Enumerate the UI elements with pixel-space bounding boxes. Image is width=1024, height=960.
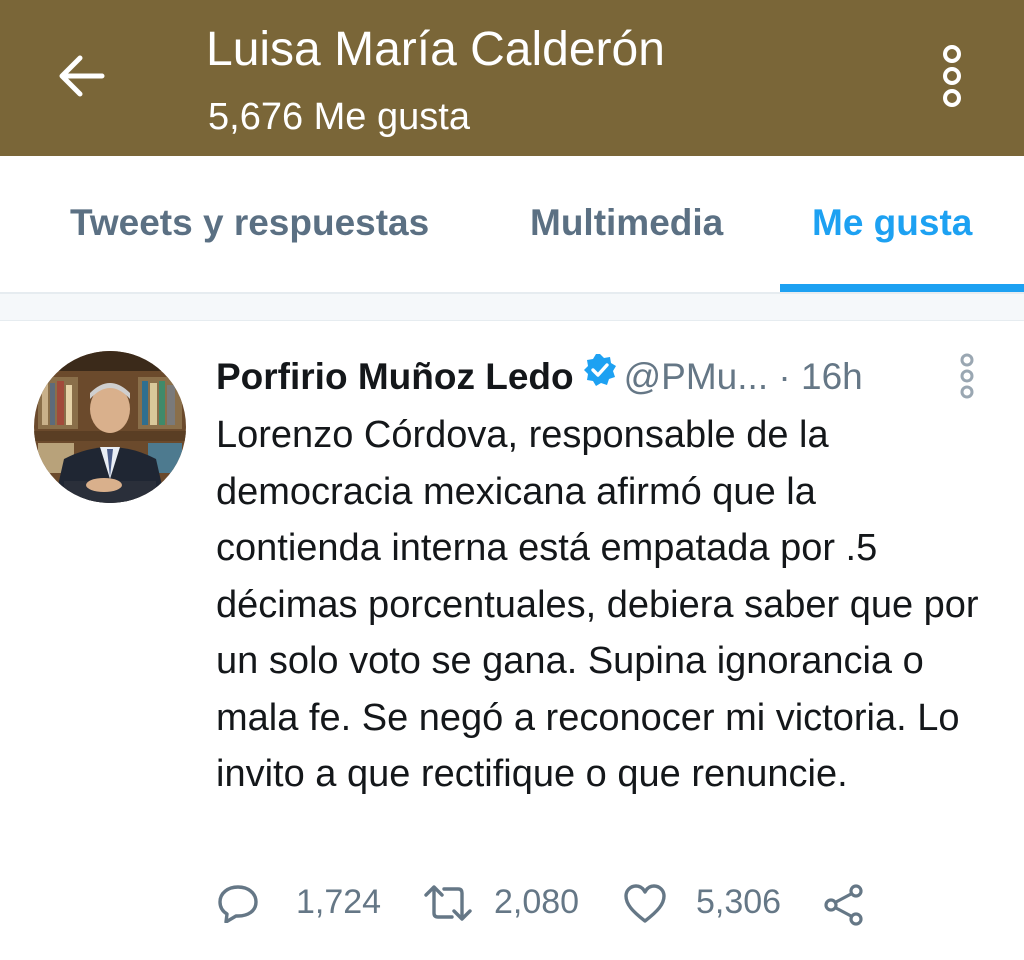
tab-tweets-replies[interactable]: Tweets y respuestas — [70, 198, 429, 248]
tab-likes[interactable]: Me gusta — [812, 198, 972, 248]
divider — [0, 294, 1024, 321]
reply-icon[interactable] — [216, 883, 260, 928]
retweet-icon[interactable] — [422, 883, 474, 928]
tweet-time[interactable]: 16h — [801, 356, 863, 397]
verified-badge-icon — [582, 351, 618, 401]
author-name[interactable]: Porfirio Muñoz Ledo — [216, 356, 574, 397]
more-vertical-icon — [960, 353, 974, 399]
tweet-actions: 1,724 2,080 5,306 — [216, 877, 976, 929]
tweet-card[interactable]: Porfirio Muñoz Ledo @PMu... · 16h Lorenzo… — [0, 321, 1024, 960]
back-button[interactable] — [50, 46, 114, 106]
profile-name: Luisa María Calderón — [206, 23, 665, 76]
arrow-left-icon — [59, 55, 105, 97]
profile-tabs: Tweets y respuestas Multimedia Me gusta — [0, 156, 1024, 294]
likes-count: 5,676 Me gusta — [208, 96, 470, 138]
tweet-menu-button[interactable] — [950, 351, 984, 403]
active-tab-indicator — [780, 284, 1024, 292]
more-vertical-icon — [943, 45, 961, 107]
heart-icon[interactable] — [622, 883, 668, 930]
tweet-header: Porfirio Muñoz Ledo @PMu... · 16h — [216, 351, 863, 401]
tab-multimedia[interactable]: Multimedia — [530, 198, 723, 248]
separator-dot: · — [778, 355, 791, 397]
app-header: Luisa María Calderón 5,676 Me gusta — [0, 0, 1024, 156]
retweet-count: 2,080 — [494, 883, 580, 921]
more-options-button[interactable] — [930, 44, 974, 110]
share-icon[interactable] — [822, 883, 866, 932]
reply-count: 1,724 — [296, 883, 382, 921]
like-count: 5,306 — [696, 883, 782, 921]
author-handle[interactable]: @PMu... — [624, 356, 768, 397]
avatar[interactable] — [34, 351, 186, 503]
tweet-text: Lorenzo Córdova, responsable de la democ… — [216, 414, 979, 795]
